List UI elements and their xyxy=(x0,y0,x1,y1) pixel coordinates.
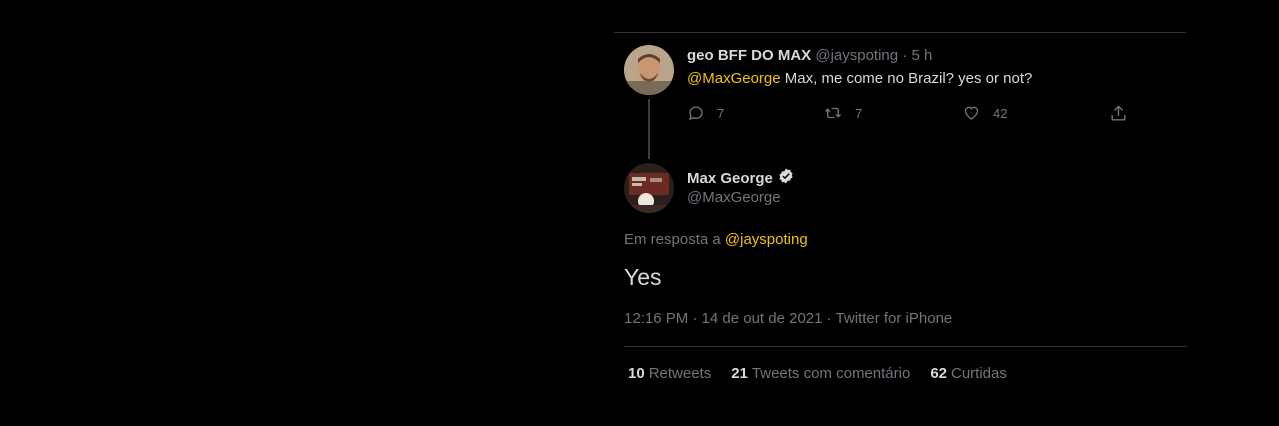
retweet-button[interactable]: 7 xyxy=(823,103,862,123)
tweet-meta[interactable]: 12:16 PM · 14 de out de 2021 · Twitter f… xyxy=(624,310,952,327)
reply-time[interactable]: 5 h xyxy=(911,47,932,64)
quotes-stat[interactable]: 21 Tweets com comentário xyxy=(731,365,910,382)
verified-badge-icon xyxy=(777,167,795,189)
share-icon xyxy=(1111,104,1126,121)
retweets-label: Retweets xyxy=(648,365,712,382)
replying-to: Em resposta a @jayspoting xyxy=(624,231,808,248)
top-divider xyxy=(614,32,1186,33)
reply-count: 7 xyxy=(717,105,725,121)
main-author-name-row[interactable]: Max George xyxy=(687,167,795,189)
retweets-stat[interactable]: 10 Retweets xyxy=(628,365,711,382)
like-count: 42 xyxy=(993,105,1008,121)
reply-mention[interactable]: @MaxGeorge xyxy=(687,70,781,87)
share-button[interactable] xyxy=(1109,103,1128,123)
replying-to-handle[interactable]: @jayspoting xyxy=(725,231,808,248)
reply-button[interactable]: 7 xyxy=(687,103,724,123)
thread-line xyxy=(648,99,650,159)
reply-header: geo BFF DO MAX @jayspoting · 5 h xyxy=(687,47,932,64)
reply-body: Max, me come no Brazil? yes or not? xyxy=(780,70,1033,87)
tweet-stats: 10 Retweets 21 Tweets com comentário 62 Cur… xyxy=(628,365,1007,382)
retweet-count: 7 xyxy=(855,105,863,121)
separator-dot: · xyxy=(898,47,912,64)
likes-label: Curtidas xyxy=(951,365,1007,382)
quotes-count: 21 xyxy=(731,365,748,382)
reply-author-name[interactable]: geo BFF DO MAX xyxy=(687,47,811,64)
reply-text: @MaxGeorge Max, me come no Brazil? yes o… xyxy=(687,70,1032,87)
retweets-count: 10 xyxy=(628,365,645,382)
main-author-handle[interactable]: @MaxGeorge xyxy=(687,189,781,206)
quotes-label: Tweets com comentário xyxy=(751,365,911,382)
avatar[interactable] xyxy=(624,163,674,213)
stats-divider xyxy=(624,346,1187,347)
tweet-text: Yes xyxy=(624,264,662,290)
replying-to-label: Em resposta a xyxy=(624,231,725,248)
reply-icon xyxy=(688,106,703,121)
retweet-icon xyxy=(825,107,841,119)
likes-count: 62 xyxy=(930,365,947,382)
avatar[interactable] xyxy=(624,45,674,95)
heart-icon xyxy=(964,106,979,120)
reply-author-handle[interactable]: @jayspoting xyxy=(815,47,898,64)
likes-stat[interactable]: 62 Curtidas xyxy=(930,365,1007,382)
main-author-name[interactable]: Max George xyxy=(687,170,773,187)
like-button[interactable]: 42 xyxy=(962,103,1007,123)
